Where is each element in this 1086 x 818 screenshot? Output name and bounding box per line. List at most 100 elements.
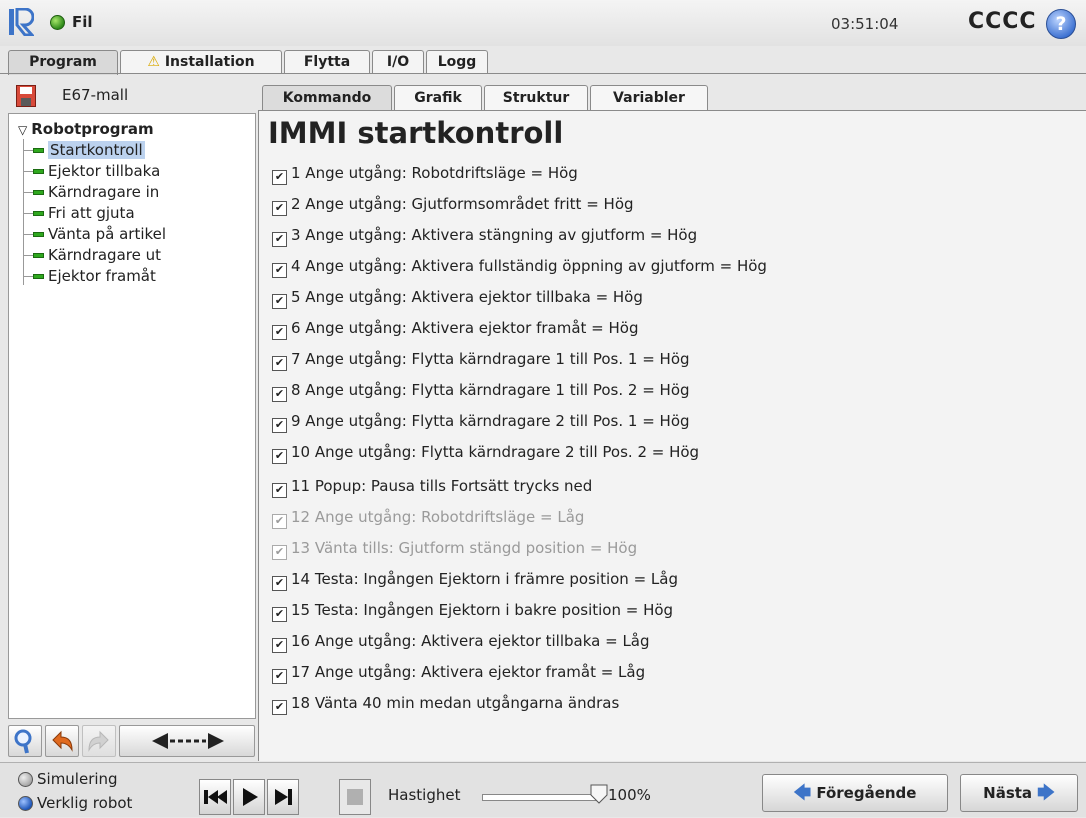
command-row[interactable]: ✔ 15 Testa: Ingången Ejektorn i bakre pos… [272, 599, 673, 622]
command-text: 6 Ange utgång: Aktivera ejektor framåt =… [291, 319, 639, 337]
simulation-option[interactable]: Simulering [18, 770, 118, 788]
collapse-panel-button[interactable] [119, 725, 255, 757]
radio-selected-icon[interactable] [18, 796, 33, 811]
tab-variabler[interactable]: Variabler [590, 85, 708, 111]
play-icon [243, 788, 258, 806]
real-robot-option[interactable]: Verklig robot [18, 794, 132, 812]
command-row[interactable]: ✔ 1 Ange utgång: Robotdriftsläge = Hög [272, 162, 578, 185]
checkbox-icon[interactable]: ✔ [272, 201, 287, 216]
tree-item-startkontroll[interactable]: Startkontroll [23, 140, 145, 160]
command-row[interactable]: ✔ 16 Ange utgång: Aktivera ejektor tillba… [272, 630, 650, 653]
command-row[interactable]: ✔ 7 Ange utgång: Flytta kärndragare 1 til… [272, 348, 690, 371]
command-row-disabled[interactable]: ✔ 13 Vänta tills: Gjutform stängd positio… [272, 537, 637, 560]
checkbox-icon[interactable]: ✔ [272, 669, 287, 684]
command-text: 11 Popup: Pausa tills Fortsätt trycks ne… [291, 477, 593, 495]
tab-variabler-label: Variabler [613, 90, 685, 106]
command-row[interactable]: ✔ 14 Testa: Ingången Ejektorn i främre po… [272, 568, 678, 591]
help-icon[interactable]: ? [1046, 9, 1076, 39]
tree-item-vanta-pa-artikel[interactable]: Vänta på artikel [23, 224, 166, 244]
command-row[interactable]: ✔ 3 Ange utgång: Aktivera stängning av gj… [272, 224, 697, 247]
command-row-disabled[interactable]: ✔ 12 Ange utgång: Robotdriftsläge = Låg [272, 506, 584, 529]
checkbox-icon[interactable]: ✔ [272, 170, 287, 185]
command-row[interactable]: ✔ 8 Ange utgång: Flytta kärndragare 1 til… [272, 379, 690, 402]
tab-flytta-label: Flytta [303, 54, 351, 70]
play-button[interactable] [233, 779, 265, 815]
program-tree[interactable]: ▽ Robotprogram Startkontroll Ejektor till… [8, 113, 256, 719]
tree-item-fri-att-gjuta[interactable]: Fri att gjuta [23, 203, 135, 223]
tab-logg[interactable]: Logg [426, 50, 488, 74]
tree-item-label: Ejektor tillbaka [48, 162, 161, 180]
tree-branch [23, 234, 33, 235]
tree-item-karndragare-ut[interactable]: Kärndragare ut [23, 245, 161, 265]
checkbox-icon[interactable]: ✔ [272, 418, 287, 433]
checkbox-icon[interactable]: ✔ [272, 263, 287, 278]
command-text: 2 Ange utgång: Gjutformsområdet fritt = … [291, 195, 634, 213]
real-robot-label: Verklig robot [37, 794, 133, 812]
checkbox-icon[interactable]: ✔ [272, 514, 287, 529]
active-node-icon [33, 169, 44, 174]
radio-icon[interactable] [18, 772, 33, 787]
checkbox-icon[interactable]: ✔ [272, 607, 287, 622]
previous-button[interactable]: 🡄 Föregående [762, 774, 948, 812]
command-row[interactable]: ✔ 2 Ange utgång: Gjutformsområdet fritt =… [272, 193, 634, 216]
tab-program[interactable]: Program [8, 50, 118, 75]
tree-item-label: Fri att gjuta [48, 204, 135, 222]
speed-slider-thumb[interactable] [590, 784, 608, 804]
next-button[interactable]: Nästa 🡆 [960, 774, 1078, 812]
stop-button[interactable] [339, 779, 371, 815]
tree-branch [23, 171, 33, 172]
tab-installation-label: Installation [164, 54, 255, 70]
save-icon[interactable] [16, 85, 36, 107]
expand-triangle-icon[interactable]: ▽ [18, 123, 27, 137]
tree-item-label: Ejektor framåt [48, 267, 156, 285]
tab-installation[interactable]: ⚠ Installation [120, 50, 282, 74]
command-row[interactable]: ✔ 17 Ange utgång: Aktivera ejektor framåt… [272, 661, 645, 684]
next-label: Nästa [983, 784, 1033, 802]
checkbox-icon[interactable]: ✔ [272, 232, 287, 247]
active-node-icon [33, 274, 44, 279]
undo-button[interactable] [45, 725, 79, 757]
tree-toolbar [8, 725, 256, 759]
checkbox-icon[interactable]: ✔ [272, 700, 287, 715]
checkbox-icon[interactable]: ✔ [272, 638, 287, 653]
skip-to-start-button[interactable] [199, 779, 231, 815]
tree-item-karndragare-in[interactable]: Kärndragare in [23, 182, 159, 202]
tree-item-label: Kärndragare ut [48, 246, 161, 264]
command-text: 5 Ange utgång: Aktivera ejektor tillbaka… [291, 288, 643, 306]
tab-flytta[interactable]: Flytta [284, 50, 370, 74]
tree-branch [23, 255, 33, 256]
checkbox-icon[interactable]: ✔ [272, 449, 287, 464]
file-menu[interactable]: Fil [72, 13, 93, 31]
tree-item-ejektor-framat[interactable]: Ejektor framåt [23, 266, 156, 286]
tab-io[interactable]: I/O [372, 50, 424, 74]
tree-item-ejektor-tillbaka[interactable]: Ejektor tillbaka [23, 161, 160, 181]
step-button[interactable] [267, 779, 299, 815]
search-button[interactable] [8, 725, 42, 757]
checkbox-icon[interactable]: ✔ [272, 387, 287, 402]
command-row[interactable]: ✔ 10 Ange utgång: Flytta kärndragare 2 ti… [272, 441, 699, 464]
tab-struktur[interactable]: Struktur [484, 85, 588, 111]
ur-logo-icon [9, 8, 34, 36]
active-node-icon [33, 190, 44, 195]
speed-slider[interactable] [482, 794, 600, 801]
command-text: 16 Ange utgång: Aktivera ejektor tillbak… [291, 632, 650, 650]
command-row[interactable]: ✔ 5 Ange utgång: Aktivera ejektor tillbak… [272, 286, 643, 309]
warning-icon: ⚠ [147, 54, 160, 70]
command-row[interactable]: ✔ 9 Ange utgång: Flytta kärndragare 2 til… [272, 410, 690, 433]
checkbox-icon[interactable]: ✔ [272, 325, 287, 340]
checkbox-icon[interactable]: ✔ [272, 545, 287, 560]
checkbox-icon[interactable]: ✔ [272, 576, 287, 591]
command-row[interactable]: ✔ 11 Popup: Pausa tills Fortsätt trycks n… [272, 475, 593, 498]
checkbox-icon[interactable]: ✔ [272, 356, 287, 371]
checkbox-icon[interactable]: ✔ [272, 483, 287, 498]
tree-branch [23, 276, 33, 277]
tab-program-label: Program [29, 54, 97, 70]
redo-button[interactable] [82, 725, 116, 757]
command-row[interactable]: ✔ 6 Ange utgång: Aktivera ejektor framåt … [272, 317, 639, 340]
command-row[interactable]: ✔ 4 Ange utgång: Aktivera fullständig öpp… [272, 255, 767, 278]
tab-kommando[interactable]: Kommando [262, 85, 392, 111]
checkbox-icon[interactable]: ✔ [272, 294, 287, 309]
tree-root[interactable]: ▽ Robotprogram [18, 120, 154, 138]
command-row[interactable]: ✔ 18 Vänta 40 min medan utgångarna ändras [272, 692, 619, 715]
tab-grafik[interactable]: Grafik [394, 85, 482, 111]
